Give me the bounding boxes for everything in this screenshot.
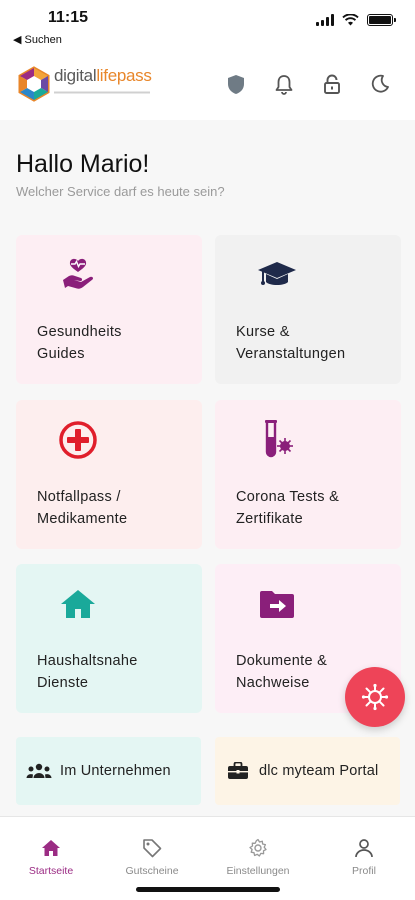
shield-icon[interactable]: [225, 72, 247, 96]
people-icon: [26, 763, 52, 779]
briefcase-icon: [225, 762, 251, 780]
greeting-title: Hallo Mario!: [16, 150, 150, 178]
greeting-subtitle: Welcher Service darf es heute sein?: [16, 184, 225, 199]
signal-icon: [316, 14, 334, 26]
logo-wordmark: digitallifepass: [54, 65, 152, 101]
user-icon: [354, 837, 374, 859]
support-fab-button[interactable]: [345, 667, 405, 727]
tile-gesundheits-guides[interactable]: Gesundheits Guides: [16, 235, 202, 384]
emergency-plus-icon: [56, 418, 100, 462]
wifi-icon: [342, 14, 359, 26]
shortcut-label: dlc myteam Portal: [259, 763, 379, 779]
logo-hexagon-icon: [18, 66, 50, 102]
nav-label: Startseite: [28, 865, 74, 877]
app-header: digitallifepass: [0, 50, 415, 120]
app-logo[interactable]: digitallifepass: [16, 66, 152, 102]
tile-haushaltsnahe-dienste[interactable]: Haushaltsnahe Dienste: [16, 564, 202, 713]
graduation-cap-icon: [255, 253, 299, 297]
nav-label: Profil: [352, 865, 376, 877]
tile-label: Corona Tests & Zertifikate: [236, 489, 340, 527]
home-indicator: [136, 887, 280, 892]
gear-icon: [248, 837, 268, 859]
tile-label: Gesundheits Guides: [37, 324, 122, 362]
nav-label: Einstellungen: [226, 865, 290, 877]
nav-profil[interactable]: Profil: [324, 837, 404, 877]
virus-icon: [361, 683, 389, 711]
tile-label: Notfallpass / Medikamente: [37, 489, 128, 527]
tile-corona-tests-zertifikate[interactable]: Corona Tests & Zertifikate: [215, 400, 401, 549]
shortcut-dlc-myteam-portal[interactable]: dlc myteam Portal: [215, 737, 400, 805]
tile-label: Dokumente & Nachweise: [236, 653, 328, 691]
test-tube-icon: [255, 418, 299, 462]
status-bar: 11:15 ◀ Suchen: [0, 0, 415, 50]
back-to-search-link[interactable]: ◀ Suchen: [13, 33, 62, 46]
nav-gutscheine[interactable]: Gutscheine: [112, 837, 192, 877]
tile-notfallpass-medikamente[interactable]: Notfallpass / Medikamente: [16, 400, 202, 549]
home-icon: [56, 582, 100, 626]
health-hand-icon: [56, 253, 100, 297]
logo-tagline: [54, 85, 152, 101]
unlock-icon[interactable]: [321, 72, 343, 96]
logo-word-digital: digital: [54, 65, 97, 85]
bell-icon[interactable]: [273, 72, 295, 96]
tile-label: Kurse & Veranstaltungen: [236, 324, 346, 362]
shortcut-im-unternehmen[interactable]: Im Unternehmen: [16, 737, 201, 805]
dashboard: Hallo Mario! Welcher Service darf es heu…: [0, 120, 415, 816]
folder-arrow-icon: [255, 582, 299, 626]
tile-kurse-veranstaltungen[interactable]: Kurse & Veranstaltungen: [215, 235, 401, 384]
nav-einstellungen[interactable]: Einstellungen: [218, 837, 298, 877]
tile-label: Haushaltsnahe Dienste: [37, 653, 138, 691]
moon-icon[interactable]: [369, 72, 391, 96]
battery-icon: [367, 14, 396, 26]
shortcut-label: Im Unternehmen: [60, 763, 171, 779]
status-time: 11:15: [48, 9, 89, 26]
logo-word-lifepass: lifepass: [96, 65, 152, 85]
nav-startseite[interactable]: Startseite: [11, 837, 91, 877]
nav-label: Gutscheine: [125, 865, 179, 877]
header-actions: [225, 72, 391, 96]
tag-icon: [142, 837, 162, 859]
status-indicators: [316, 14, 396, 26]
home-icon: [41, 837, 61, 859]
